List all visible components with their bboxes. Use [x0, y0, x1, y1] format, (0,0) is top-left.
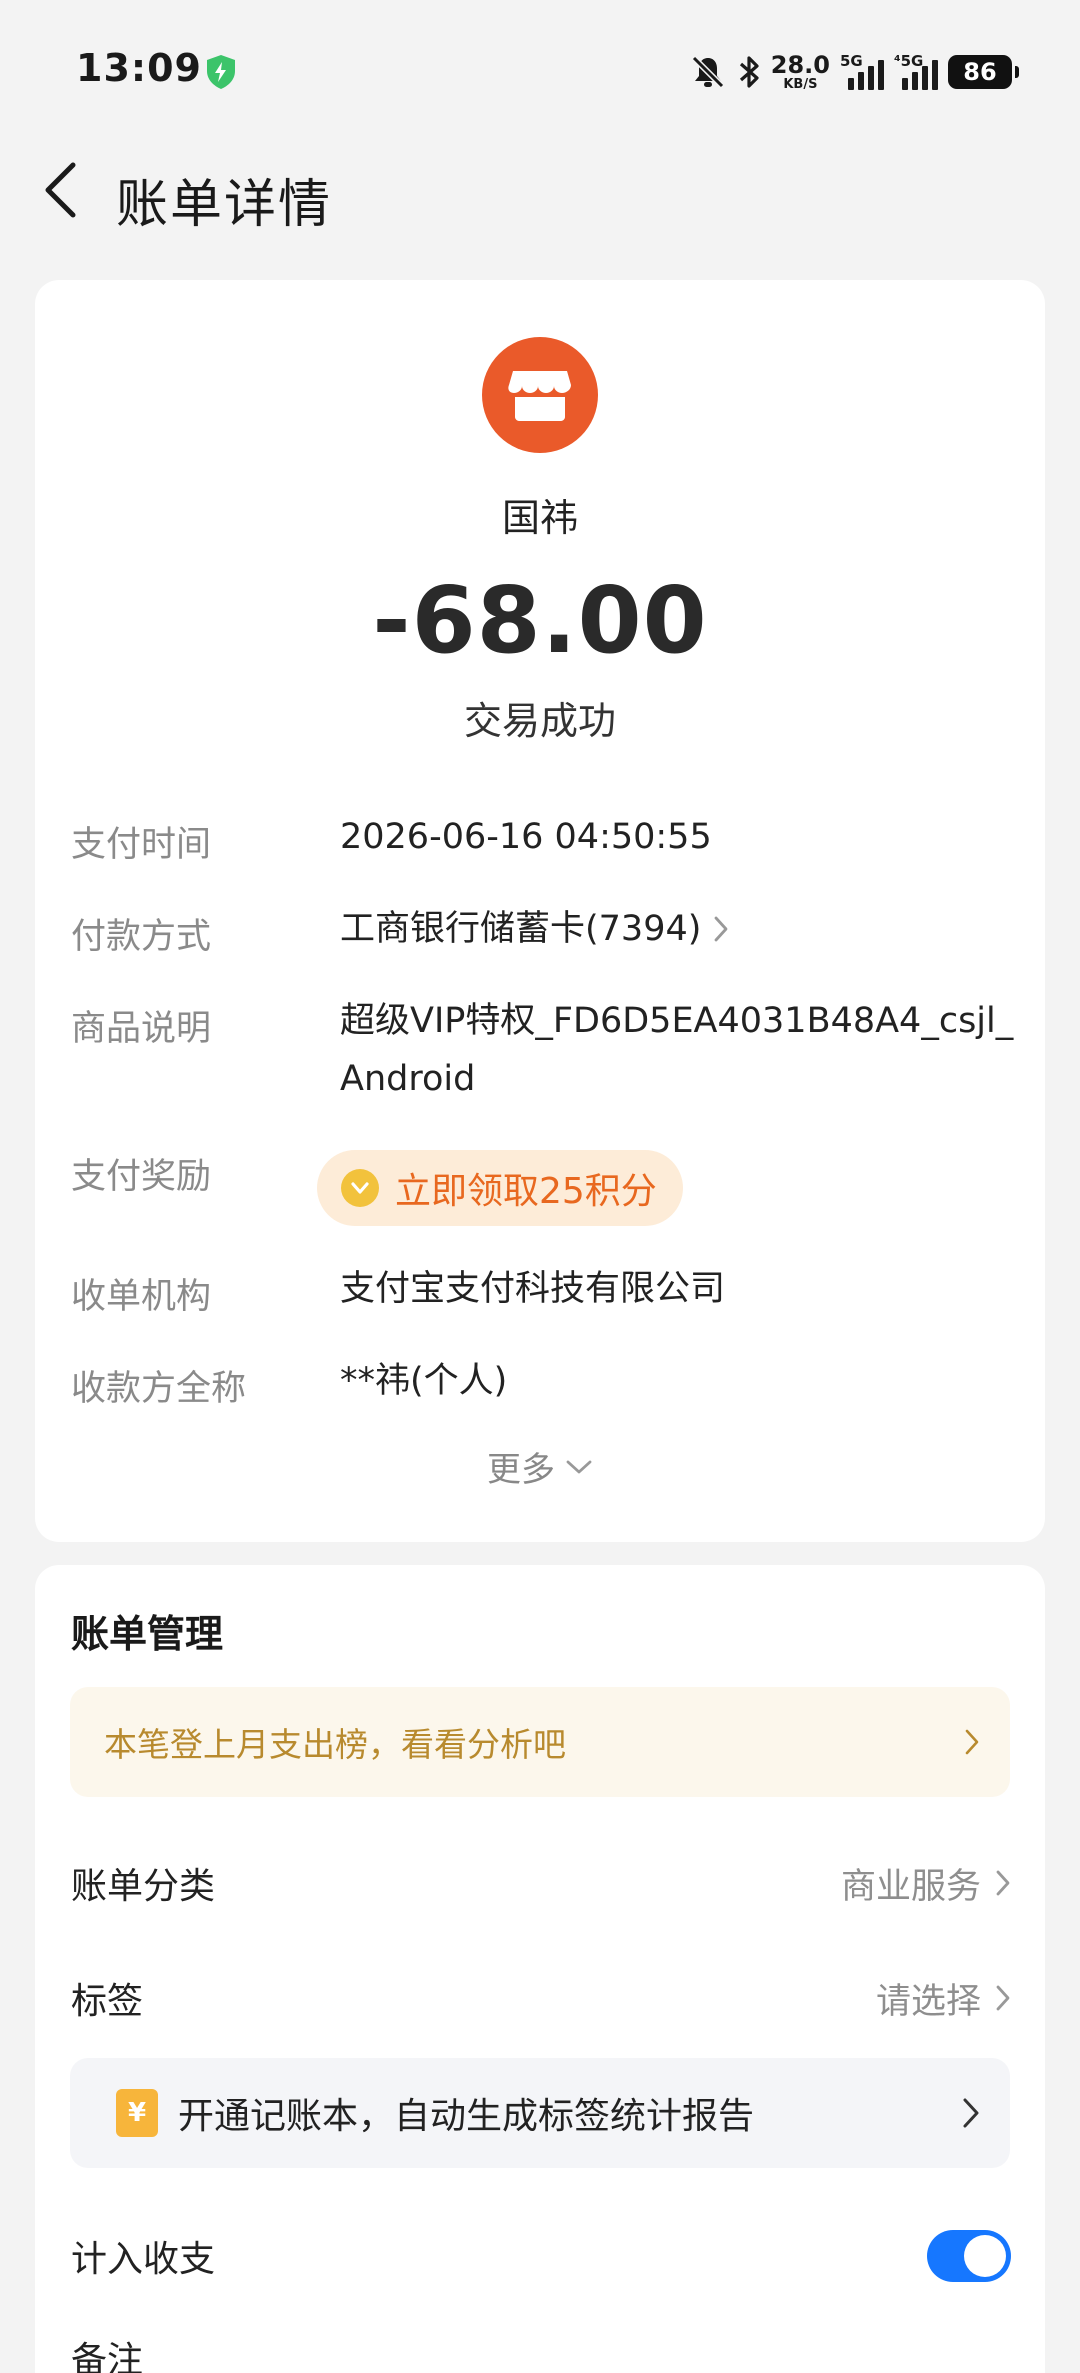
- more-button[interactable]: 更多: [35, 1442, 1045, 1491]
- store-icon: [482, 337, 598, 453]
- more-label: 更多: [487, 1450, 555, 1490]
- include-toggle[interactable]: [927, 2230, 1011, 2282]
- payee-value: **祎(个人): [340, 1361, 508, 1401]
- bell-off-icon: [689, 53, 727, 91]
- amount: -68.00: [372, 567, 708, 674]
- status-icons: 28.0 KB/S 5G ⁴5G 86: [689, 50, 1019, 94]
- note-row[interactable]: 备注: [71, 2317, 1011, 2373]
- battery-icon: 86: [948, 55, 1019, 89]
- pay-method-link[interactable]: 工商银行储蓄卡(7394): [340, 900, 729, 958]
- spending-tip-text: 本笔登上月支出榜，看看分析吧: [104, 1725, 566, 1764]
- transaction-card: 国祎 -68.00 交易成功 支付时间 2026-06-16 04:50:55 …: [35, 280, 1045, 1542]
- net-speed-value: 28.0: [770, 51, 830, 79]
- pay-time-value: 2026-06-16 04:50:55: [340, 817, 712, 857]
- transaction-status: 交易成功: [463, 699, 616, 743]
- chevron-right-icon: [996, 1985, 1010, 2011]
- tag-value: 请选择: [875, 1981, 981, 2022]
- back-button[interactable]: [30, 158, 90, 222]
- coin-icon: [341, 1169, 379, 1207]
- merchant-name: 国祎: [501, 496, 578, 540]
- shield-check-icon: [207, 55, 235, 89]
- chevron-right-icon: [963, 2098, 979, 2128]
- category-value: 商业服务: [840, 1866, 981, 1907]
- tag-label: 标签: [71, 1981, 144, 2022]
- category-label: 账单分类: [71, 1866, 216, 1907]
- bill-management-card: 账单管理 本笔登上月支出榜，看看分析吧 账单分类 商业服务 标签 请选择 ¥ 开…: [35, 1565, 1045, 2373]
- product-value: 超级VIP特权_FD6D5EA4031B48A4_csjl_Android: [340, 1001, 1014, 1099]
- ledger-promo-text: 开通记账本，自动生成标签统计报告: [178, 2096, 755, 2137]
- net-speed: 28.0 KB/S: [771, 53, 830, 91]
- reward-label: 支付奖励: [71, 1157, 212, 1197]
- payee-label: 收款方全称: [71, 1369, 247, 1409]
- note-label: 备注: [71, 2340, 144, 2373]
- ledger-promo-banner[interactable]: ¥ 开通记账本，自动生成标签统计报告: [70, 2058, 1010, 2168]
- page-title: 账单详情: [116, 175, 333, 235]
- signal-icon: ⁴5G: [894, 52, 938, 92]
- spending-tip-banner[interactable]: 本笔登上月支出榜，看看分析吧: [70, 1687, 1010, 1797]
- include-row: 计入收支: [71, 2216, 1011, 2296]
- acquirer-value: 支付宝支付科技有限公司: [340, 1269, 726, 1309]
- chevron-right-icon: [714, 916, 728, 942]
- signal-icon: 5G: [840, 52, 884, 92]
- net-speed-unit: KB/S: [783, 77, 818, 92]
- chevron-left-icon: [45, 162, 76, 218]
- reward-text: 立即领取25积分: [395, 1171, 657, 1212]
- ticket-icon: ¥: [116, 2089, 158, 2137]
- acquirer-label: 收单机构: [71, 1277, 212, 1317]
- chevron-right-icon: [965, 1729, 979, 1755]
- pay-method-label: 付款方式: [71, 917, 212, 957]
- header: 账单详情: [0, 140, 1080, 240]
- chevron-down-icon: [566, 1460, 592, 1473]
- pay-method-row: 工商银行储蓄卡(7394): [340, 900, 1020, 958]
- pay-time-label: 支付时间: [71, 825, 212, 865]
- pay-method-value: 工商银行储蓄卡(7394): [340, 909, 702, 949]
- section-title: 账单管理: [71, 1612, 224, 1656]
- reward-button[interactable]: 立即领取25积分: [317, 1150, 683, 1226]
- category-row[interactable]: 账单分类 商业服务: [71, 1843, 1011, 1923]
- bluetooth-icon: [737, 53, 761, 91]
- tag-row[interactable]: 标签 请选择: [71, 1958, 1011, 2038]
- toggle-knob: [964, 2235, 1006, 2277]
- chevron-right-icon: [996, 1870, 1010, 1896]
- include-label: 计入收支: [71, 2239, 216, 2280]
- status-bar: 13:09 28.0 KB/S 5G ⁴5G 86: [0, 0, 1080, 140]
- status-time: 13:09: [76, 46, 202, 90]
- product-label: 商品说明: [71, 1009, 212, 1049]
